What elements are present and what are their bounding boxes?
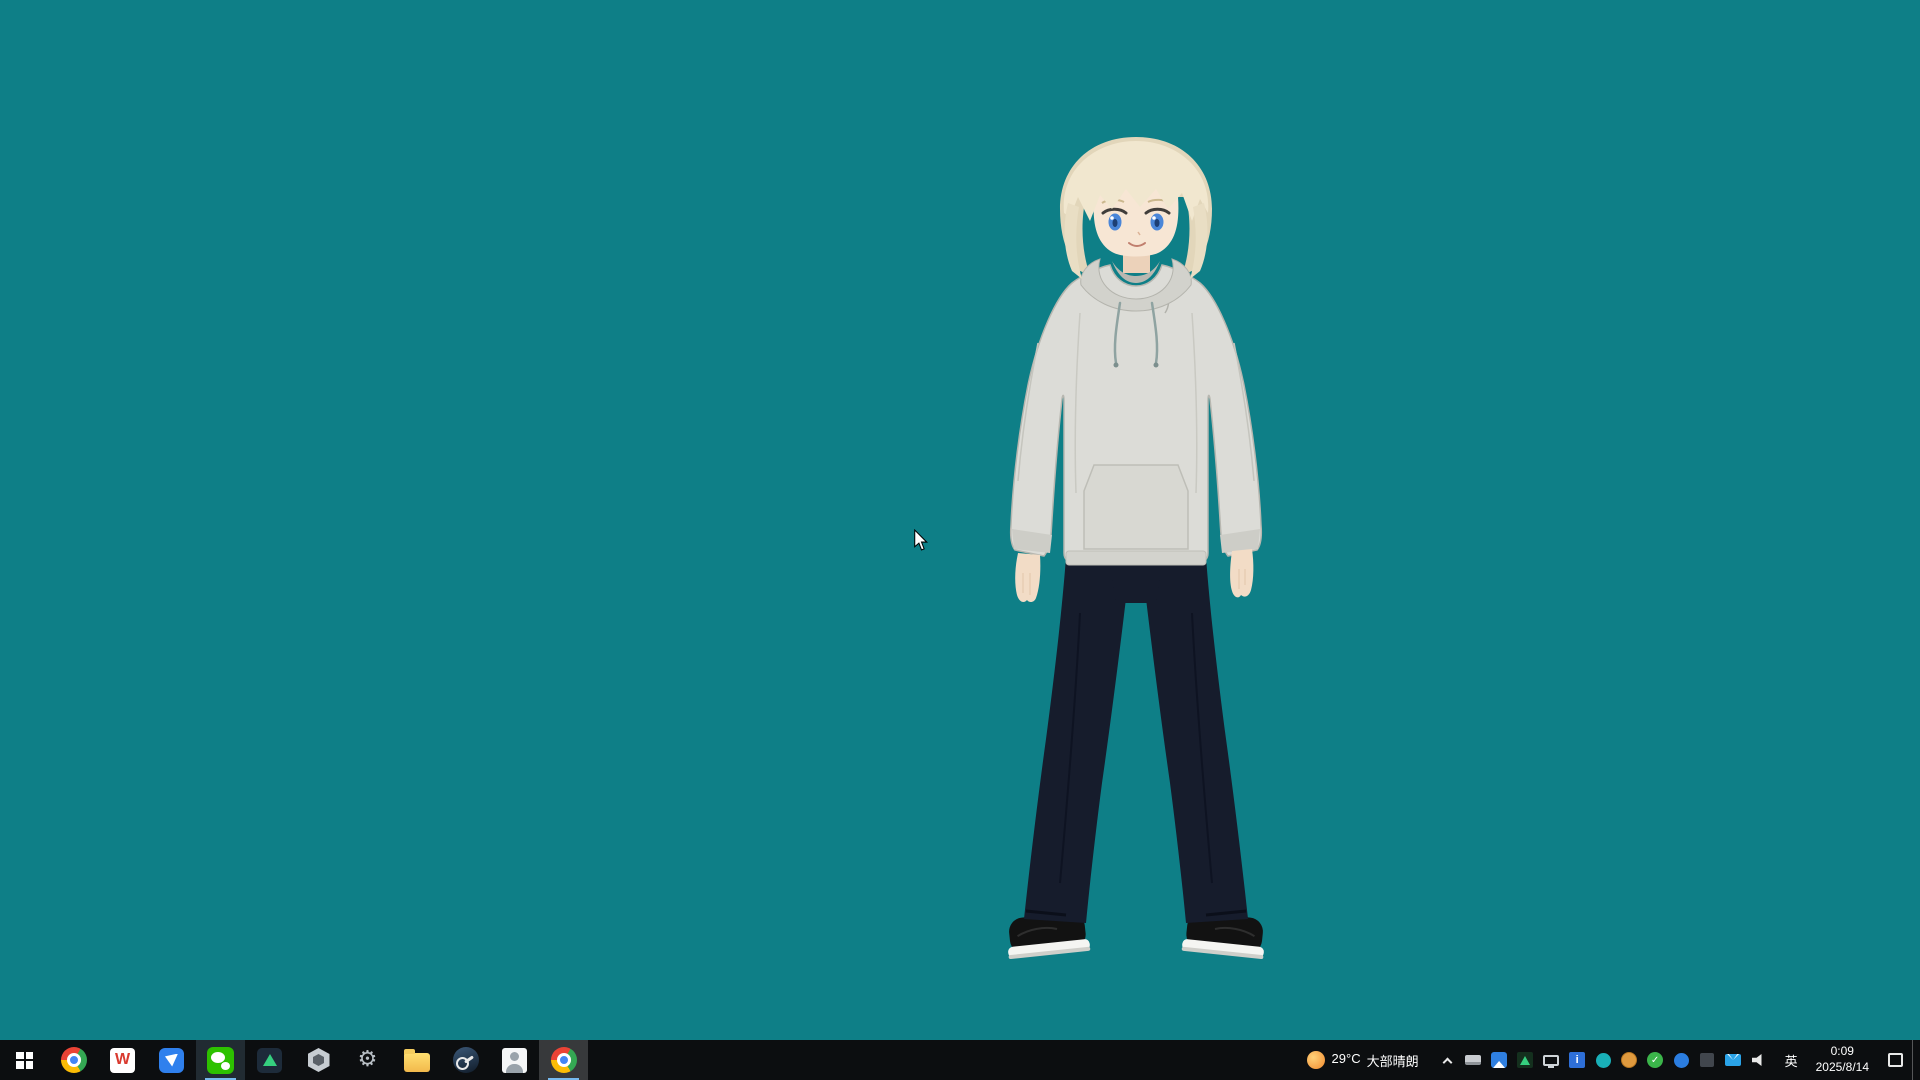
action-center-button[interactable] xyxy=(1878,1040,1912,1080)
gear-icon xyxy=(358,1049,378,1071)
info-icon xyxy=(1569,1052,1585,1068)
cube-icon xyxy=(1700,1053,1714,1067)
tray-photo-viewer[interactable] xyxy=(1491,1052,1508,1069)
clock[interactable]: 0:09 2025/8/14 xyxy=(1807,1040,1878,1080)
photo-icon xyxy=(1491,1052,1507,1068)
chrome-icon xyxy=(551,1047,577,1073)
taskbar-item-wechat[interactable] xyxy=(196,1040,245,1080)
folder-icon xyxy=(404,1053,430,1072)
tray-display[interactable] xyxy=(1543,1052,1560,1069)
wps-office-icon xyxy=(110,1048,135,1073)
teal-circle-icon xyxy=(1596,1053,1611,1068)
volume-button[interactable] xyxy=(1751,1052,1768,1069)
tray-cube-app[interactable] xyxy=(1699,1052,1716,1069)
tray-cloud-sync[interactable] xyxy=(1673,1052,1690,1069)
display-icon xyxy=(1543,1055,1559,1066)
tray-gpu[interactable] xyxy=(1465,1052,1482,1069)
speaker-icon xyxy=(1752,1054,1767,1067)
wechat-icon xyxy=(207,1047,234,1074)
cloud-icon xyxy=(1674,1053,1689,1068)
clock-time: 0:09 xyxy=(1816,1044,1869,1060)
chrome-icon xyxy=(61,1047,87,1073)
taskbar: 29°C 大部晴朗 英 xyxy=(0,1040,1920,1080)
show-desktop-button[interactable] xyxy=(1912,1040,1920,1080)
hidden-icons-chevron[interactable] xyxy=(1439,1052,1456,1069)
chevron-up-icon xyxy=(1442,1057,1452,1067)
taskbar-item-blue-messenger[interactable] xyxy=(147,1040,196,1080)
tray-tree-app[interactable] xyxy=(1517,1052,1534,1069)
mouse-cursor xyxy=(911,529,931,552)
weather-condition: 大部晴朗 xyxy=(1367,1051,1419,1070)
taskbar-item-steam[interactable] xyxy=(441,1040,490,1080)
desktop: 29°C 大部晴朗 英 xyxy=(0,0,1920,1080)
tray-shiba-app[interactable] xyxy=(1621,1052,1638,1069)
gpu-icon xyxy=(1465,1055,1481,1065)
green-triangle-icon xyxy=(257,1048,282,1073)
tray-icon-area xyxy=(1431,1052,1776,1069)
character-pants xyxy=(1024,557,1248,923)
language-indicator[interactable]: 英 xyxy=(1776,1040,1807,1080)
vroid-character xyxy=(960,133,1280,1003)
taskbar-item-gear-app[interactable] xyxy=(343,1040,392,1080)
taskbar-item-hexagon-app[interactable] xyxy=(294,1040,343,1080)
tray-mail[interactable] xyxy=(1725,1052,1742,1069)
action-center-icon xyxy=(1888,1053,1903,1067)
tray-antivirus[interactable] xyxy=(1647,1052,1664,1069)
mail-icon xyxy=(1725,1054,1741,1066)
taskbar-item-file-explorer[interactable] xyxy=(392,1040,441,1080)
taskbar-item-wps-office[interactable] xyxy=(98,1040,147,1080)
taskbar-item-chrome[interactable] xyxy=(49,1040,98,1080)
taskbar-item-chrome-active[interactable] xyxy=(539,1040,588,1080)
steam-icon xyxy=(453,1047,479,1073)
weather-temperature: 29°C xyxy=(1332,1051,1361,1070)
clock-date: 2025/8/14 xyxy=(1816,1060,1869,1076)
hexagon-icon xyxy=(308,1048,330,1072)
language-label: 英 xyxy=(1785,1051,1798,1070)
windows-logo-icon xyxy=(16,1052,33,1069)
blue-messenger-icon xyxy=(159,1048,184,1073)
antivirus-check-icon xyxy=(1647,1052,1663,1068)
taskbar-item-green-triangle-app[interactable] xyxy=(245,1040,294,1080)
tray-teal-app[interactable] xyxy=(1595,1052,1612,1069)
shiba-icon xyxy=(1621,1052,1637,1068)
tray-info[interactable] xyxy=(1569,1052,1586,1069)
start-button[interactable] xyxy=(0,1040,49,1080)
photos-icon xyxy=(502,1048,527,1073)
system-tray: 29°C 大部晴朗 英 xyxy=(1295,1040,1920,1080)
taskbar-item-photos[interactable] xyxy=(490,1040,539,1080)
tree-icon xyxy=(1517,1052,1533,1068)
weather-widget[interactable]: 29°C 大部晴朗 xyxy=(1295,1040,1431,1080)
taskbar-pinned-apps xyxy=(0,1040,588,1080)
weather-text: 29°C 大部晴朗 xyxy=(1332,1051,1419,1070)
weather-sun-icon xyxy=(1307,1051,1325,1069)
